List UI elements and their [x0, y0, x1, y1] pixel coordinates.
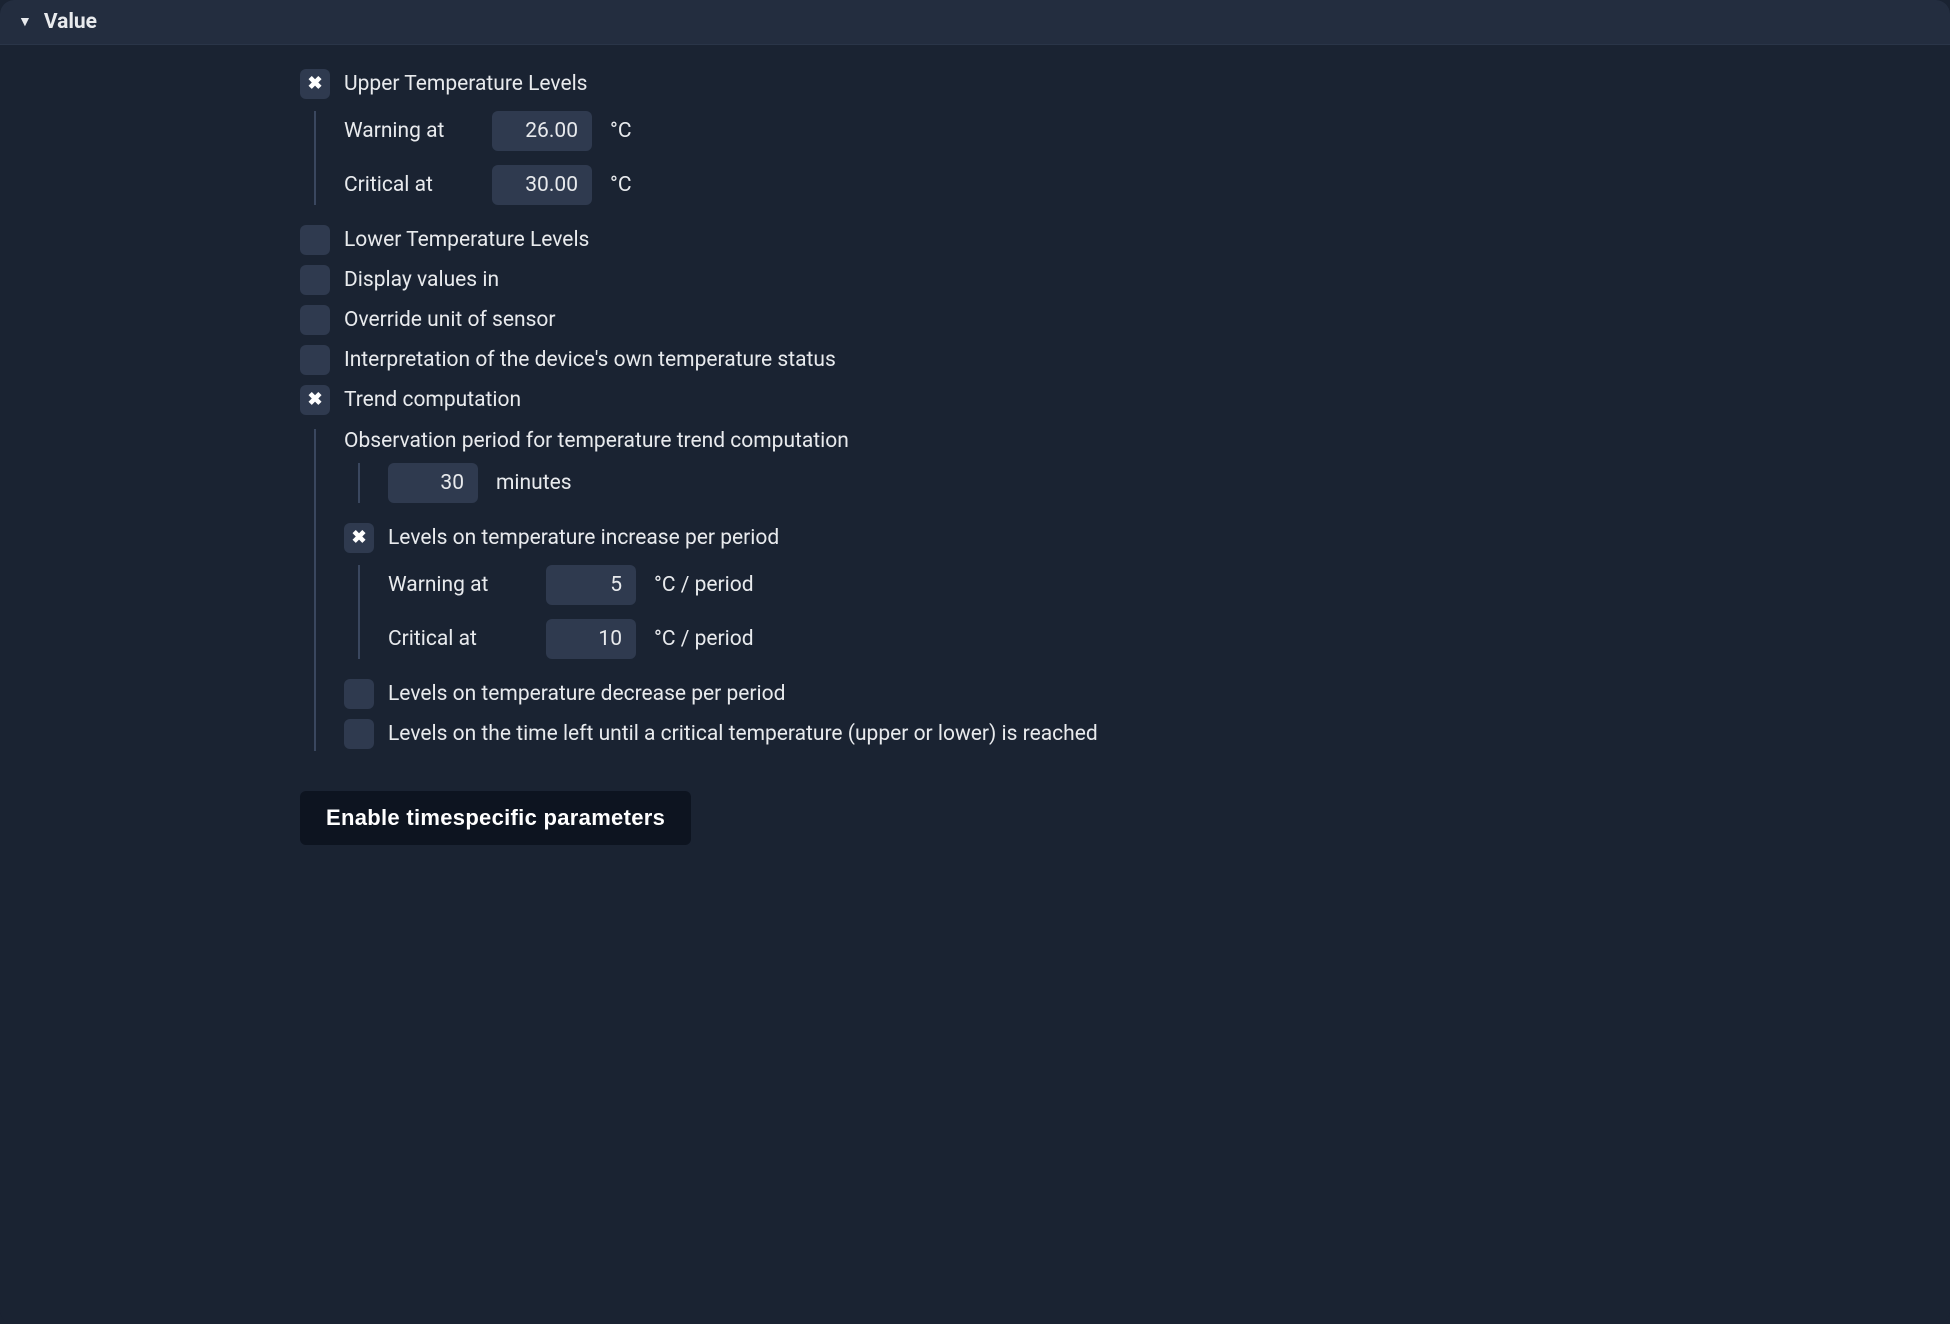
increase-label: Levels on temperature increase per perio…	[388, 526, 779, 550]
upper-temp-group: Warning at °C Critical at °C	[314, 111, 1920, 205]
upper-temp-checkbox[interactable]	[300, 69, 330, 99]
observation-group: minutes	[358, 463, 1920, 503]
timeleft-label: Levels on the time left until a critical…	[388, 722, 1098, 746]
value-panel: ▼ Value Upper Temperature Levels Warning…	[0, 0, 1950, 1324]
decrease-checkbox[interactable]	[344, 679, 374, 709]
section-title: Value	[44, 10, 97, 34]
upper-critical-unit: °C	[610, 173, 632, 197]
upper-warning-label: Warning at	[344, 119, 474, 143]
display-values-label: Display values in	[344, 268, 499, 292]
lower-temp-label: Lower Temperature Levels	[344, 228, 589, 252]
override-unit-label: Override unit of sensor	[344, 308, 556, 332]
interpretation-label: Interpretation of the device's own tempe…	[344, 348, 836, 372]
interpretation-checkbox[interactable]	[300, 345, 330, 375]
upper-warning-unit: °C	[610, 119, 632, 143]
section-header[interactable]: ▼ Value	[0, 0, 1950, 45]
trend-label: Trend computation	[344, 388, 521, 412]
override-unit-checkbox[interactable]	[300, 305, 330, 335]
upper-critical-label: Critical at	[344, 173, 474, 197]
increase-critical-label: Critical at	[388, 627, 528, 651]
upper-critical-input[interactable]	[492, 165, 592, 205]
trend-checkbox[interactable]	[300, 385, 330, 415]
lower-temp-checkbox[interactable]	[300, 225, 330, 255]
decrease-label: Levels on temperature decrease per perio…	[388, 682, 785, 706]
observation-unit: minutes	[496, 471, 572, 495]
increase-critical-unit: °C / period	[654, 627, 754, 651]
section-content: Upper Temperature Levels Warning at °C C…	[0, 45, 1950, 875]
timeleft-checkbox[interactable]	[344, 719, 374, 749]
increase-warning-unit: °C / period	[654, 573, 754, 597]
trend-group: Observation period for temperature trend…	[314, 429, 1920, 751]
observation-label: Observation period for temperature trend…	[344, 429, 1920, 453]
increase-group: Warning at °C / period Critical at °C / …	[358, 565, 1920, 659]
caret-down-icon: ▼	[18, 15, 32, 29]
enable-timespecific-button[interactable]: Enable timespecific parameters	[300, 791, 691, 845]
increase-critical-input[interactable]	[546, 619, 636, 659]
upper-warning-input[interactable]	[492, 111, 592, 151]
increase-warning-input[interactable]	[546, 565, 636, 605]
increase-warning-label: Warning at	[388, 573, 528, 597]
increase-checkbox[interactable]	[344, 523, 374, 553]
display-values-checkbox[interactable]	[300, 265, 330, 295]
observation-input[interactable]	[388, 463, 478, 503]
upper-temp-label: Upper Temperature Levels	[344, 72, 588, 96]
